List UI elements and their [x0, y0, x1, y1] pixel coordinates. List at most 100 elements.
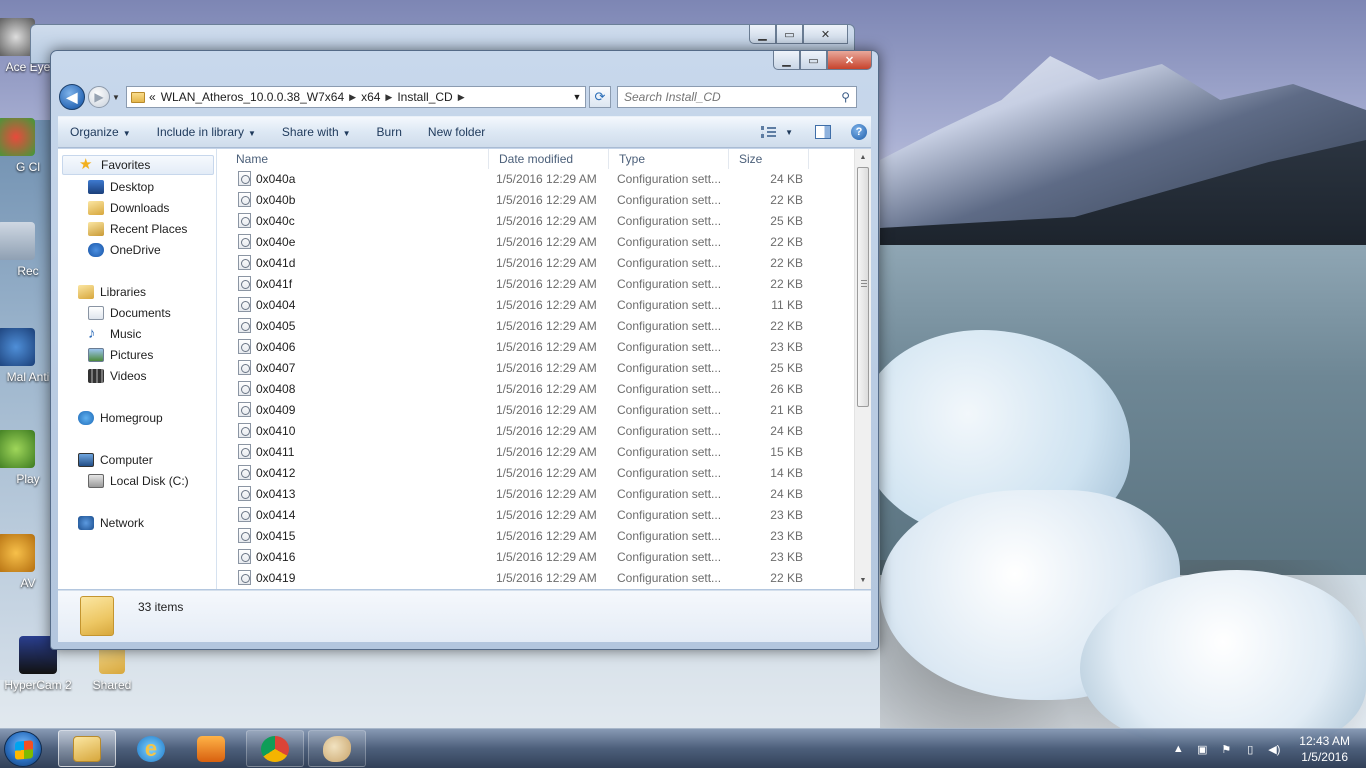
- file-name: 0x040e: [256, 234, 296, 249]
- search-box[interactable]: ⚲: [617, 86, 857, 108]
- nav-item-videos[interactable]: Videos: [88, 366, 146, 386]
- desktop-icon: [88, 180, 104, 194]
- include-in-library-button[interactable]: Include in library ▼: [157, 125, 256, 139]
- nav-item-documents[interactable]: Documents: [88, 303, 171, 323]
- clock[interactable]: 12:43 AM 1/5/2016: [1299, 733, 1350, 765]
- burn-button[interactable]: Burn: [377, 125, 402, 139]
- nav-item-onedrive[interactable]: OneDrive: [88, 240, 161, 260]
- column-label: Size: [739, 152, 763, 166]
- address-bar[interactable]: « WLAN_Atheros_10.0.0.38_W7x64 ▶ x64 ▶ I…: [126, 86, 586, 108]
- column-header-date[interactable]: Date modified: [489, 149, 609, 169]
- nav-item-downloads[interactable]: Downloads: [88, 198, 169, 218]
- nav-item-homegroup[interactable]: Homegroup: [78, 408, 163, 428]
- chevron-right-icon[interactable]: ▶: [458, 92, 465, 103]
- breadcrumb-segment[interactable]: x64: [361, 90, 380, 104]
- taskbar-explorer-button[interactable]: [58, 730, 116, 767]
- share-with-button[interactable]: Share with ▼: [282, 125, 351, 139]
- breadcrumb-segment[interactable]: WLAN_Atheros_10.0.0.38_W7x64: [161, 90, 344, 104]
- close-button[interactable]: ✕: [827, 51, 872, 70]
- help-icon[interactable]: ?: [851, 124, 867, 140]
- file-row[interactable]: 0x0410 1/5/2016 12:29 AM Configuration set…: [218, 420, 854, 441]
- breadcrumb-segment[interactable]: Install_CD: [397, 90, 452, 104]
- address-dropdown-button[interactable]: ▼: [569, 92, 585, 102]
- column-header-type[interactable]: Type: [609, 149, 729, 169]
- taskbar-media-button[interactable]: [182, 730, 240, 767]
- file-row[interactable]: 0x041f 1/5/2016 12:29 AM Configuration set…: [218, 273, 854, 294]
- search-input[interactable]: [624, 90, 842, 104]
- file-row[interactable]: 0x0409 1/5/2016 12:29 AM Configuration set…: [218, 399, 854, 420]
- file-row[interactable]: 0x040a 1/5/2016 12:29 AM Configuration set…: [218, 168, 854, 189]
- clock-time: 12:43 AM: [1299, 734, 1350, 748]
- maximize-button[interactable]: ▭: [800, 51, 827, 70]
- volume-icon[interactable]: ◀): [1267, 742, 1281, 756]
- file-row[interactable]: 0x0413 1/5/2016 12:29 AM Configuration set…: [218, 483, 854, 504]
- minimize-button[interactable]: ▁: [773, 51, 800, 70]
- file-row[interactable]: 0x0419 1/5/2016 12:29 AM Configuration set…: [218, 567, 854, 588]
- nav-item-computer[interactable]: Computer: [78, 450, 153, 470]
- column-header-size[interactable]: Size: [729, 149, 809, 169]
- new-folder-button[interactable]: New folder: [428, 125, 485, 139]
- taskbar-chrome-button[interactable]: [246, 730, 304, 767]
- minimize-button[interactable]: ▁: [749, 25, 776, 44]
- show-hidden-icons-button[interactable]: ▲: [1171, 742, 1185, 756]
- organize-button[interactable]: Organize ▼: [70, 125, 131, 139]
- file-row[interactable]: 0x040c 1/5/2016 12:29 AM Configuration set…: [218, 210, 854, 231]
- nav-item-recent-places[interactable]: Recent Places: [88, 219, 187, 239]
- start-button[interactable]: [4, 731, 42, 767]
- desktop-icon[interactable]: Play: [0, 430, 52, 486]
- forward-button[interactable]: ▶: [88, 86, 110, 108]
- desktop-icon[interactable]: Rec: [0, 222, 52, 278]
- scroll-down-button[interactable]: ▼: [855, 572, 871, 589]
- desktop-icon[interactable]: AV: [0, 534, 52, 590]
- file-row[interactable]: 0x0407 1/5/2016 12:29 AM Configuration set…: [218, 357, 854, 378]
- refresh-button[interactable]: ⟳: [589, 86, 611, 108]
- nav-item-favorites[interactable]: ★ Favorites: [62, 155, 214, 175]
- file-row[interactable]: 0x0404 1/5/2016 12:29 AM Configuration set…: [218, 294, 854, 315]
- recent-places-icon: [88, 222, 104, 236]
- back-button[interactable]: ◀: [59, 84, 85, 110]
- chevron-right-icon[interactable]: ▶: [385, 92, 392, 103]
- file-type: Configuration sett...: [617, 528, 722, 543]
- file-row[interactable]: 0x0414 1/5/2016 12:29 AM Configuration set…: [218, 504, 854, 525]
- search-icon[interactable]: ⚲: [841, 90, 850, 104]
- network-status-icon[interactable]: ▣: [1195, 742, 1209, 756]
- file-row[interactable]: 0x0416 1/5/2016 12:29 AM Configuration set…: [218, 546, 854, 567]
- file-row[interactable]: 0x0415 1/5/2016 12:29 AM Configuration set…: [218, 525, 854, 546]
- nav-item-music[interactable]: ♪ Music: [88, 324, 141, 344]
- close-button[interactable]: ✕: [803, 25, 848, 44]
- desktop-icon[interactable]: G Cl: [0, 118, 52, 174]
- nav-label: Homegroup: [100, 411, 163, 425]
- battery-icon[interactable]: ▯: [1243, 742, 1257, 756]
- preview-pane-icon[interactable]: [815, 125, 831, 139]
- maximize-button[interactable]: ▭: [776, 25, 803, 44]
- item-count: 33 items: [138, 600, 184, 614]
- nav-item-local-disk[interactable]: Local Disk (C:): [88, 471, 189, 491]
- nav-item-libraries[interactable]: Libraries: [78, 282, 146, 302]
- chevron-right-icon[interactable]: ▶: [349, 92, 356, 103]
- scroll-up-button[interactable]: ▲: [855, 149, 871, 166]
- file-row[interactable]: 0x040e 1/5/2016 12:29 AM Configuration set…: [218, 231, 854, 252]
- explorer-window[interactable]: ▁ ▭ ✕ ◀ ▶ ▼ « WLAN_Atheros_10.0.0.38_W7x…: [50, 50, 879, 650]
- file-row[interactable]: 0x041d 1/5/2016 12:29 AM Configuration set…: [218, 252, 854, 273]
- file-row[interactable]: 0x0411 1/5/2016 12:29 AM Configuration set…: [218, 441, 854, 462]
- file-name: 0x0406: [256, 339, 296, 354]
- view-options-dropdown[interactable]: ▼: [785, 128, 793, 137]
- breadcrumb-overflow[interactable]: «: [149, 90, 156, 104]
- nav-item-network[interactable]: Network: [78, 513, 144, 533]
- file-row[interactable]: 0x0408 1/5/2016 12:29 AM Configuration set…: [218, 378, 854, 399]
- change-view-icon[interactable]: [761, 126, 777, 138]
- scroll-thumb[interactable]: [857, 167, 869, 407]
- nav-item-pictures[interactable]: Pictures: [88, 345, 153, 365]
- column-header-name[interactable]: Name ▲: [226, 149, 489, 169]
- action-center-flag-icon[interactable]: ⚑: [1219, 742, 1233, 756]
- file-row[interactable]: 0x0405 1/5/2016 12:29 AM Configuration set…: [218, 315, 854, 336]
- nav-item-desktop[interactable]: Desktop: [88, 177, 154, 197]
- vertical-scrollbar[interactable]: ▲ ▼: [854, 149, 871, 589]
- file-row[interactable]: 0x040b 1/5/2016 12:29 AM Configuration set…: [218, 189, 854, 210]
- recent-pages-dropdown[interactable]: ▼: [112, 93, 122, 102]
- file-row[interactable]: 0x0406 1/5/2016 12:29 AM Configuration set…: [218, 336, 854, 357]
- taskbar-ie-button[interactable]: e: [122, 730, 180, 767]
- desktop-icon[interactable]: Mal Anti: [0, 328, 52, 384]
- taskbar-paint-button[interactable]: [308, 730, 366, 767]
- file-row[interactable]: 0x0412 1/5/2016 12:29 AM Configuration set…: [218, 462, 854, 483]
